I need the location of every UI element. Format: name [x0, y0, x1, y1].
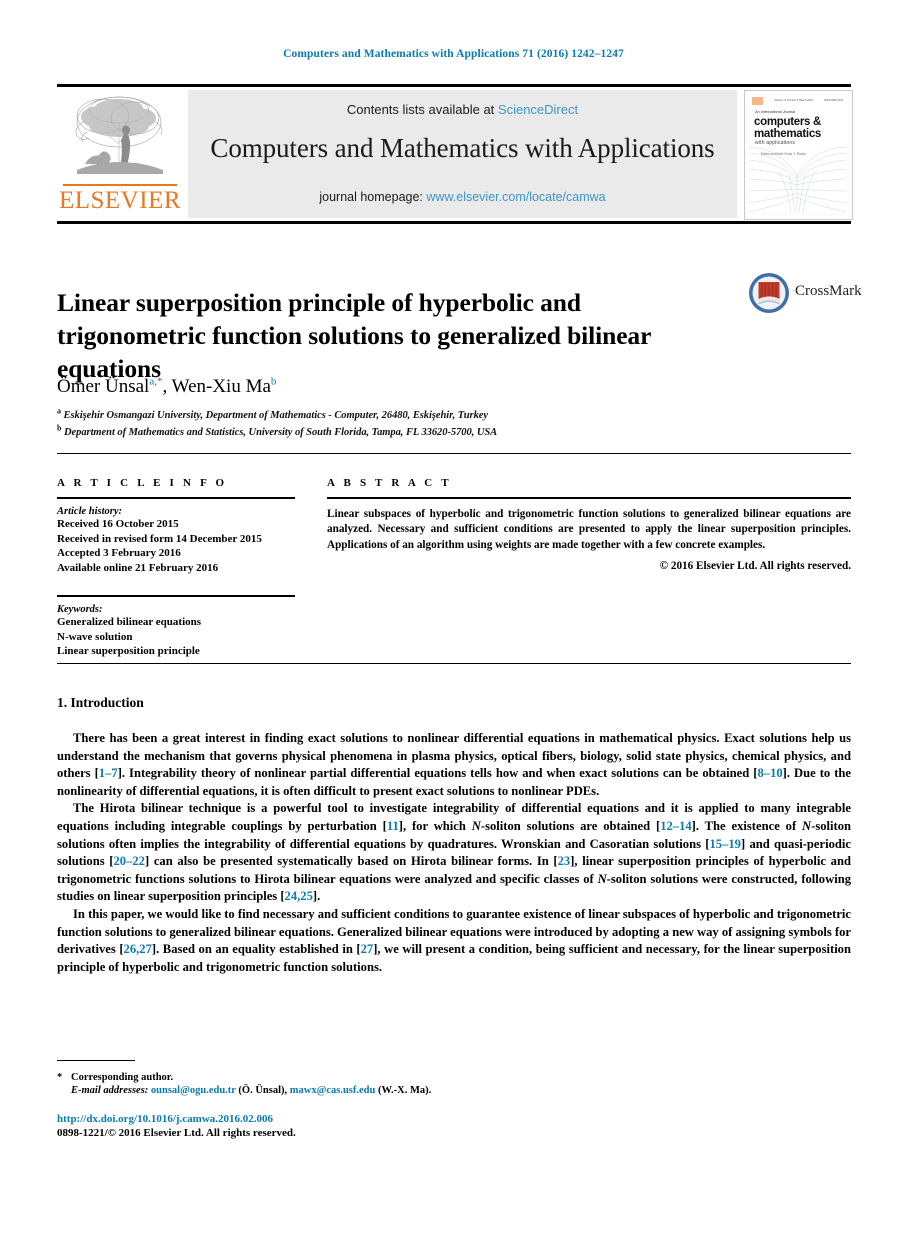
affiliation-text-b: Department of Mathematics and Statistics…	[63, 427, 498, 438]
masthead-top-rule	[57, 84, 851, 87]
elsevier-rule	[63, 184, 177, 186]
affiliation-a: a Eskişehir Osmangazi University, Depart…	[57, 406, 757, 421]
doi-link[interactable]: http://dx.doi.org/10.1016/j.camwa.2016.0…	[57, 1113, 273, 1125]
email-link-2[interactable]: mawx@cas.usf.edu	[290, 1085, 376, 1096]
citation-link[interactable]: 15–19	[709, 837, 740, 851]
journal-cover-thumbnail[interactable]: Volume 71 Number 6 March 2016 ISSN 0898-…	[744, 90, 853, 220]
contents-list-line: Contents lists available at ScienceDirec…	[188, 102, 737, 117]
email-label: E-mail addresses:	[71, 1085, 149, 1096]
contents-prefix: Contents lists available at	[346, 102, 498, 117]
paragraph: There has been a great interest in findi…	[57, 731, 852, 798]
author-mark-1[interactable]: a,*	[149, 376, 162, 388]
article-history-item: Received in revised form 14 December 201…	[57, 532, 262, 545]
email-link-1[interactable]: ounsal@ogu.edu.tr	[151, 1085, 236, 1096]
affiliation-b: b Department of Mathematics and Statisti…	[57, 423, 757, 438]
cover-title-line1: computers &	[754, 116, 821, 128]
author-name-2: Wen-Xiu Ma	[171, 376, 271, 397]
paragraph: The Hirota bilinear technique is a power…	[57, 801, 852, 904]
citation-link[interactable]: 20–22	[113, 854, 144, 868]
article-history-item: Available online 21 February 2016	[57, 561, 219, 574]
article-info-rule-1	[57, 497, 295, 499]
abstract-text: Linear subspaces of hyperbolic and trigo…	[327, 508, 851, 551]
citation-link[interactable]: 11	[387, 819, 399, 833]
page-title: Linear superposition principle of hyperb…	[57, 288, 651, 384]
article-info-column: A R T I C L E I N F O Article history: R…	[57, 477, 295, 659]
article-history-item: Accepted 3 February 2016	[57, 547, 181, 559]
crossmark-icon	[749, 273, 789, 313]
citation-link[interactable]: 1–7	[99, 766, 118, 780]
abstract-rule	[327, 497, 851, 499]
citation-link[interactable]: 12–14	[660, 819, 691, 833]
affiliation-text-a: Eskişehir Osmangazi University, Departme…	[63, 410, 489, 421]
article-info-heading: A R T I C L E I N F O	[57, 477, 228, 489]
citation-link[interactable]: 24,25	[285, 889, 313, 903]
citation-link[interactable]: 8–10	[757, 766, 782, 780]
cover-top-row: Volume 71 Number 6 March 2016 ISSN 0898-…	[752, 97, 843, 105]
journal-masthead: ELSEVIER Contents lists available at Sci…	[57, 84, 853, 224]
affiliation-mark-a: a	[57, 406, 61, 416]
sciencedirect-link[interactable]: ScienceDirect	[498, 102, 578, 117]
cover-volume-text: Volume 71 Number 6 March 2016	[774, 99, 813, 102]
abstract-heading: A B S T R A C T	[327, 477, 452, 489]
crossmark-label: CrossMark	[795, 283, 862, 299]
author-separator: ,	[162, 376, 172, 397]
cover-editors-text: Editor-in-Chief: Ervin Y. Rodin	[761, 152, 806, 156]
journal-homepage-line: journal homepage: www.elsevier.com/locat…	[188, 190, 737, 204]
corresponding-author-mark: *	[57, 1072, 63, 1083]
corresponding-author-note: * Corresponding author.	[57, 1070, 657, 1085]
email-addresses-note: E-mail addresses: ounsal@ogu.edu.tr (Ö. …	[71, 1085, 432, 1096]
citation-link[interactable]: 27	[361, 942, 374, 956]
author-name-1: Ömer Ünsal	[57, 376, 150, 397]
keyword-item: N-wave solution	[57, 630, 133, 643]
section-heading-introduction: 1. Introduction	[57, 695, 144, 710]
email-owner-2: (W.-X. Ma)	[377, 1085, 429, 1096]
article-page: Computers and Mathematics with Applicati…	[0, 0, 907, 1238]
cover-supertitle: An International Journal	[755, 110, 796, 114]
cover-elsevier-mark-icon	[752, 97, 763, 105]
info-block-top-rule	[57, 453, 851, 454]
keyword-item: Linear superposition principle	[57, 645, 200, 657]
keyword-item: Generalized bilinear equations	[57, 616, 202, 628]
masthead-bottom-rule	[57, 221, 851, 224]
issn-copyright-line: 0898-1221/© 2016 Elsevier Ltd. All right…	[57, 1127, 296, 1139]
keywords-label: Keywords:	[57, 604, 103, 615]
email-owner-1: (Ö. Ünsal)	[238, 1085, 285, 1096]
cover-title-line2: mathematics	[754, 128, 822, 140]
section-body: There has been a great interest in findi…	[57, 730, 851, 976]
elsevier-tree-icon	[75, 96, 163, 174]
cover-inner: Volume 71 Number 6 March 2016 ISSN 0898-…	[749, 95, 846, 213]
author-mark-2[interactable]: b	[271, 376, 277, 388]
citation-link[interactable]: 26,27	[124, 942, 152, 956]
elsevier-wordmark: ELSEVIER	[58, 187, 182, 214]
journal-title: Computers and Mathematics with Applicati…	[210, 133, 715, 163]
info-block-bottom-rule	[57, 663, 851, 664]
homepage-prefix: journal homepage:	[319, 190, 427, 204]
citation-link[interactable]: 23	[558, 854, 571, 868]
article-history-item: Received 16 October 2015	[57, 518, 179, 530]
journal-info-panel: Contents lists available at ScienceDirec…	[188, 90, 737, 218]
paragraph: In this paper, we would like to find nec…	[57, 906, 851, 974]
article-history-label: Article history:	[57, 506, 123, 517]
affiliation-mark-b: b	[57, 423, 62, 433]
article-info-rule-2	[57, 595, 295, 597]
cover-title-line3: with applications	[755, 140, 796, 146]
crossmark-badge[interactable]: CrossMark	[748, 272, 862, 314]
footnote-rule	[57, 1060, 135, 1061]
running-head: Computers and Mathematics with Applicati…	[283, 48, 624, 60]
author-list: Ömer Ünsala,*, Wen-Xiu Mab	[57, 376, 757, 398]
elsevier-logo: ELSEVIER	[57, 90, 183, 218]
cover-issn-text: ISSN 0898-1221	[824, 99, 844, 102]
abstract-copyright: © 2016 Elsevier Ltd. All rights reserved…	[659, 560, 851, 573]
abstract-column: A B S T R A C T Linear subspaces of hype…	[327, 477, 851, 572]
journal-homepage-link[interactable]: www.elsevier.com/locate/camwa	[426, 190, 605, 204]
corresponding-author-text: Corresponding author.	[71, 1072, 174, 1083]
